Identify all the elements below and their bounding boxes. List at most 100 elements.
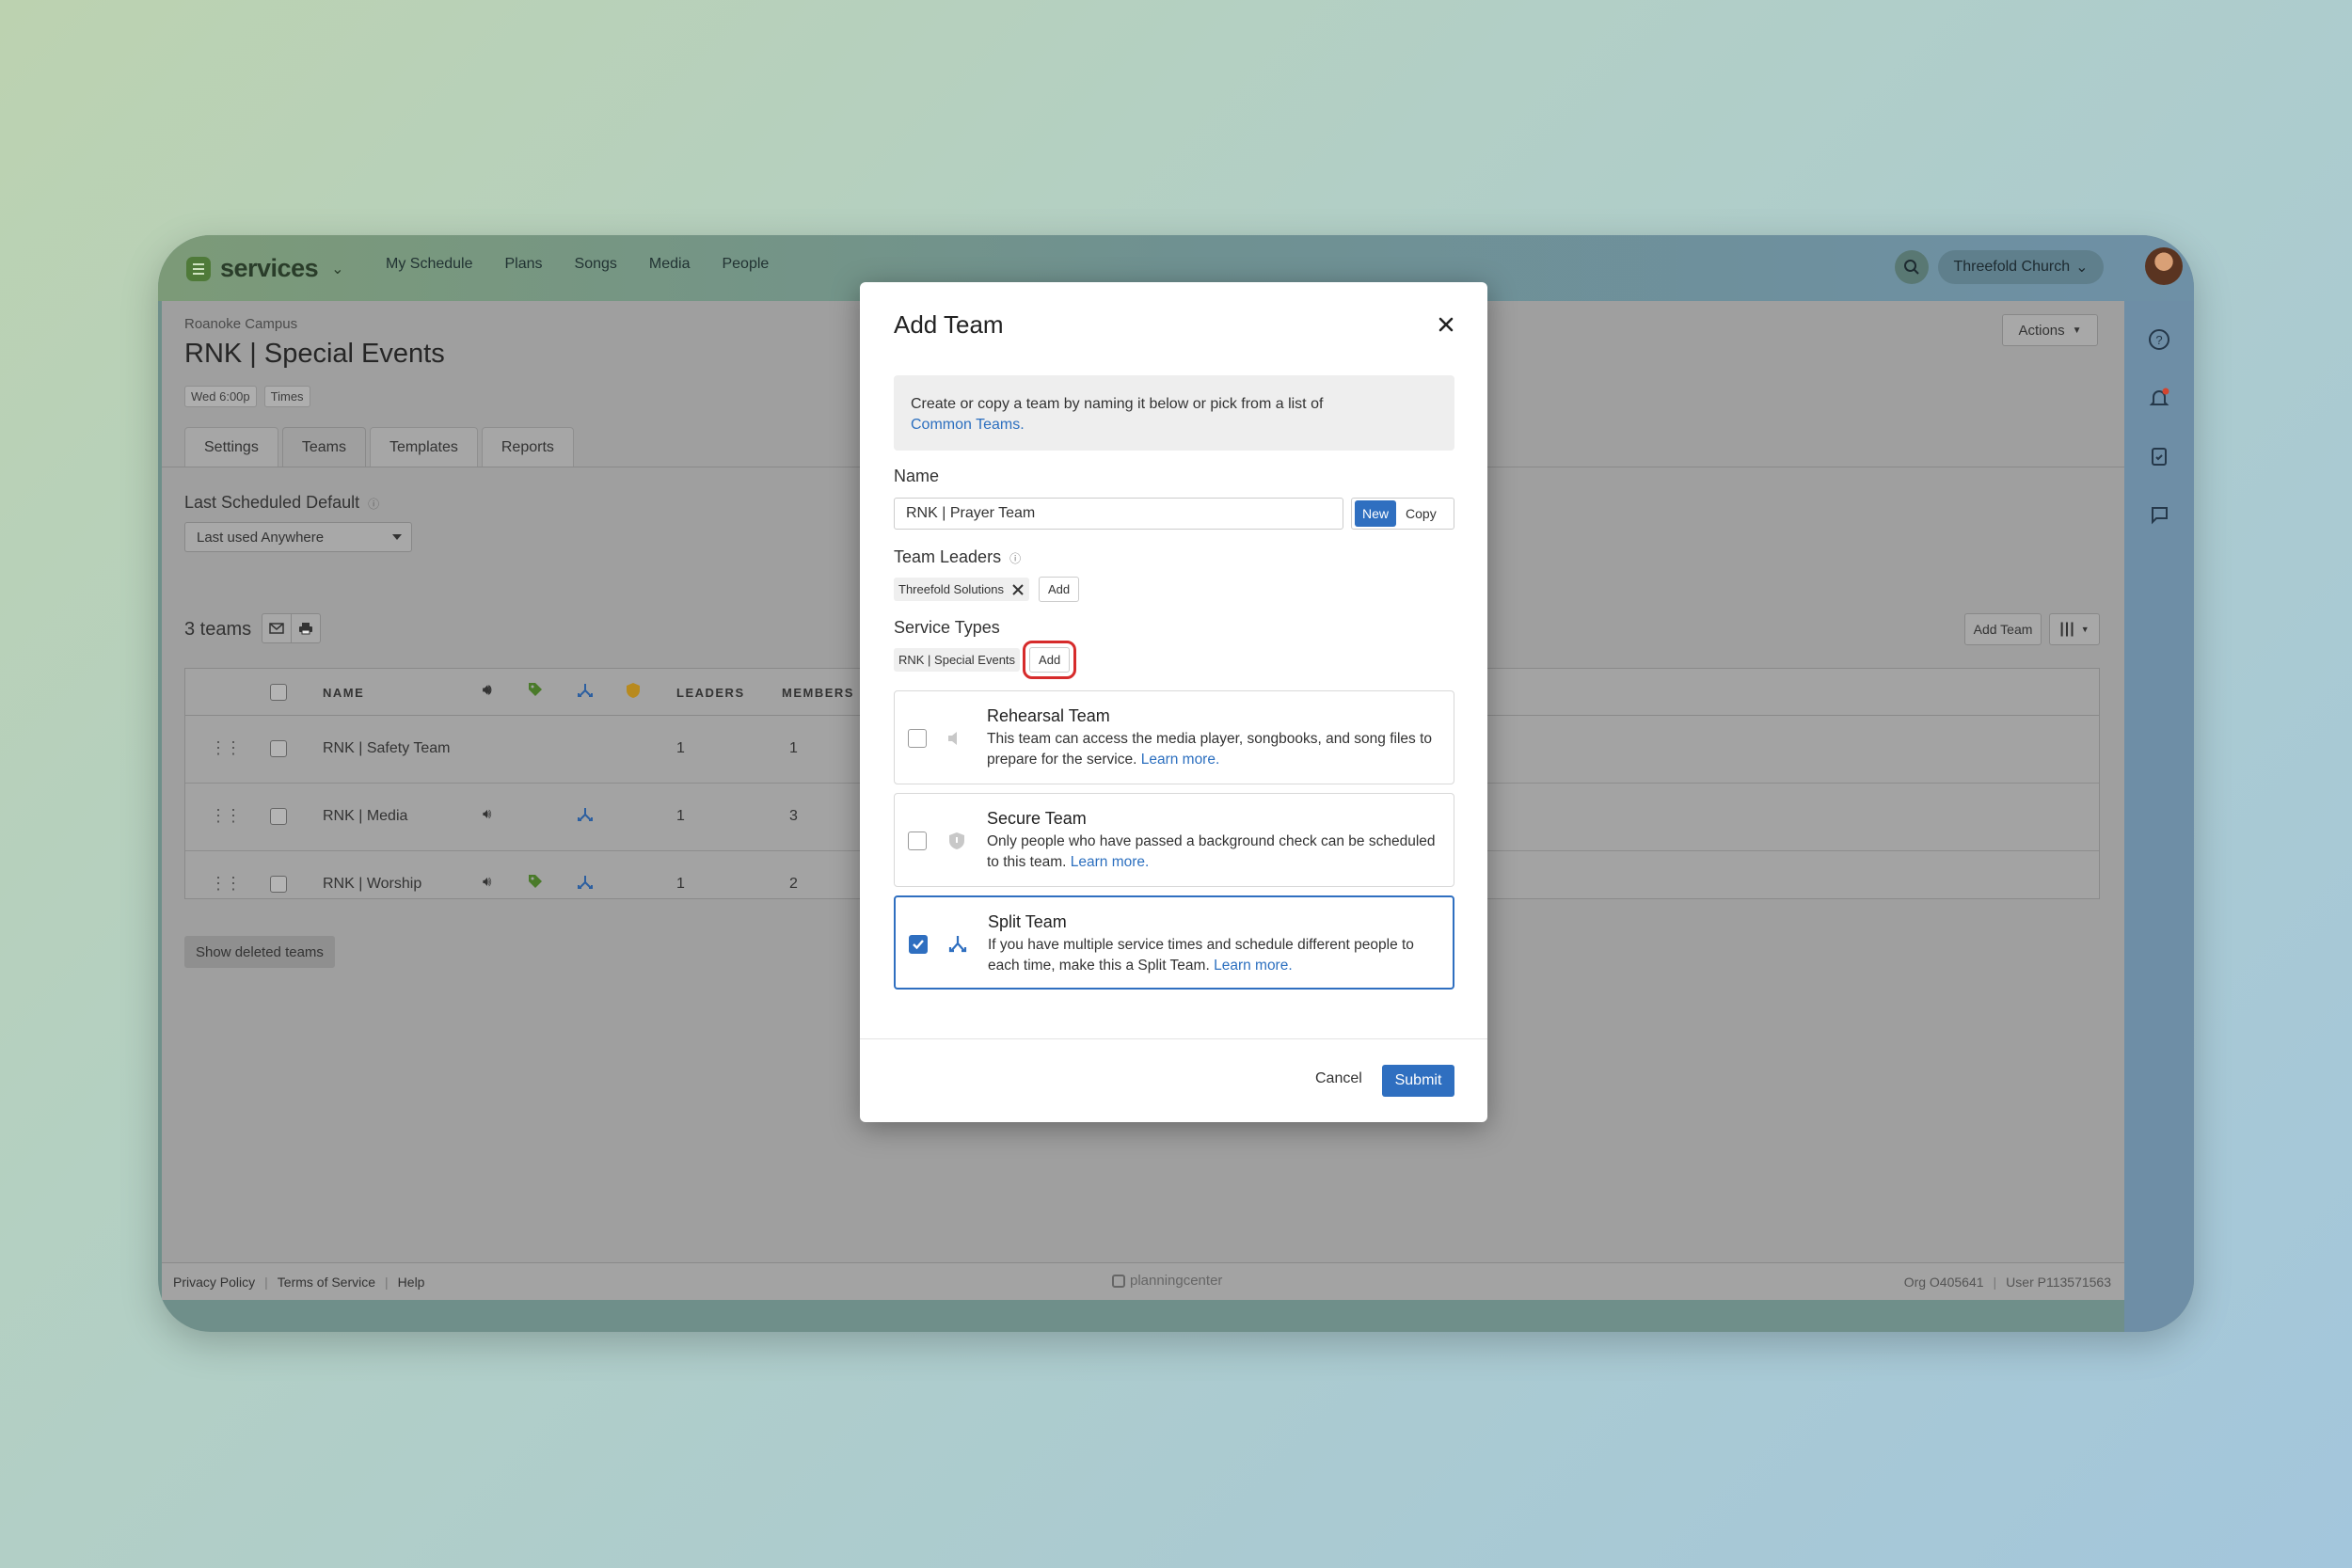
leaders-count: 1 bbox=[676, 740, 685, 756]
leaders-count: 1 bbox=[676, 876, 685, 892]
speaker-icon: 🔊︎ bbox=[483, 874, 492, 890]
print-button[interactable] bbox=[291, 613, 321, 643]
new-toggle[interactable]: New bbox=[1355, 500, 1397, 527]
add-team-button[interactable]: Add Team bbox=[1964, 613, 2042, 645]
secure-checkbox[interactable] bbox=[908, 832, 927, 850]
app-name: services bbox=[220, 254, 319, 282]
row-checkbox[interactable] bbox=[270, 808, 287, 825]
org-switcher[interactable]: Threefold Church ⌄ bbox=[1938, 250, 2104, 284]
bell-icon[interactable] bbox=[2147, 386, 2171, 410]
service-type-tag: RNK | Special Events bbox=[894, 648, 1021, 672]
drag-handle-icon[interactable]: ⋮⋮ bbox=[210, 874, 242, 894]
new-copy-toggle: New Copy bbox=[1351, 498, 1454, 530]
submit-button[interactable]: Submit bbox=[1382, 1065, 1454, 1097]
rehearsal-checkbox[interactable] bbox=[908, 729, 927, 748]
last-scheduled-select[interactable]: Last used Anywhere bbox=[184, 522, 412, 552]
option-desc-text: Only people who have passed a background… bbox=[987, 833, 1436, 870]
members-count: 3 bbox=[789, 808, 798, 824]
time-chip[interactable]: Wed 6:00p bbox=[184, 386, 257, 407]
add-service-type-button[interactable]: Add bbox=[1023, 641, 1077, 679]
info-box: Create or copy a team by naming it below… bbox=[894, 375, 1454, 451]
app-switcher[interactable]: services ⌄ bbox=[186, 254, 344, 283]
search-button[interactable] bbox=[1895, 250, 1929, 284]
avatar[interactable] bbox=[2145, 247, 2183, 285]
drag-handle-icon[interactable]: ⋮⋮ bbox=[210, 738, 242, 758]
tab-reports[interactable]: Reports bbox=[481, 427, 574, 467]
learn-more-link[interactable]: Learn more. bbox=[1214, 958, 1293, 974]
shield-icon bbox=[626, 682, 641, 702]
secure-team-option[interactable]: Secure Team Only people who have passed … bbox=[894, 793, 1454, 887]
col-leaders[interactable]: LEADERS bbox=[676, 686, 745, 700]
info-icon[interactable]: ⓘ bbox=[368, 498, 379, 511]
leader-tag-text: Threefold Solutions bbox=[898, 582, 1005, 596]
remove-icon[interactable] bbox=[1011, 583, 1025, 596]
learn-more-link[interactable]: Learn more. bbox=[1141, 752, 1220, 768]
chat-icon[interactable] bbox=[2147, 502, 2171, 527]
tab-templates[interactable]: Templates bbox=[369, 427, 478, 467]
page-tabs: Settings Teams Templates Reports bbox=[184, 427, 574, 467]
team-leaders-label: Team Leaders ⓘ bbox=[894, 547, 1021, 567]
nav-my-schedule[interactable]: My Schedule bbox=[386, 256, 473, 273]
team-name-input[interactable]: RNK | Prayer Team bbox=[894, 498, 1343, 530]
common-teams-link[interactable]: Common Teams. bbox=[911, 417, 1025, 433]
svg-text:?: ? bbox=[2155, 333, 2162, 347]
cancel-button[interactable]: Cancel bbox=[1315, 1070, 1362, 1087]
team-name[interactable]: RNK | Media bbox=[323, 808, 407, 825]
caret-down-icon: ▼ bbox=[2080, 625, 2090, 634]
drag-handle-icon[interactable]: ⋮⋮ bbox=[210, 806, 242, 826]
row-checkbox[interactable] bbox=[270, 740, 287, 757]
col-name[interactable]: NAME bbox=[323, 686, 364, 700]
help-link[interactable]: Help bbox=[398, 1275, 425, 1290]
team-name[interactable]: RNK | Safety Team bbox=[323, 740, 450, 757]
footer-links: Privacy Policy | Terms of Service | Help bbox=[173, 1275, 424, 1290]
nav-plans[interactable]: Plans bbox=[505, 256, 543, 273]
row-checkbox[interactable] bbox=[270, 876, 287, 893]
split-team-option[interactable]: Split Team If you have multiple service … bbox=[894, 895, 1454, 990]
close-button[interactable] bbox=[1434, 312, 1458, 337]
main-nav: My Schedule Plans Songs Media People bbox=[386, 256, 801, 273]
copy-toggle[interactable]: Copy bbox=[1398, 500, 1444, 527]
team-leaders-label-text: Team Leaders bbox=[894, 547, 1002, 566]
nav-media[interactable]: Media bbox=[649, 256, 691, 273]
columns-icon: ||| bbox=[2059, 621, 2075, 637]
last-scheduled-label-text: Last Scheduled Default bbox=[184, 493, 360, 512]
actions-label: Actions bbox=[2018, 322, 2065, 339]
option-desc: This team can access the media player, s… bbox=[987, 729, 1438, 770]
clipboard-check-icon[interactable] bbox=[2147, 444, 2171, 468]
split-icon bbox=[577, 806, 594, 828]
select-all-checkbox[interactable] bbox=[270, 684, 287, 701]
caret-down-icon: ▼ bbox=[2072, 325, 2082, 336]
envelope-icon bbox=[269, 623, 284, 634]
privacy-link[interactable]: Privacy Policy bbox=[173, 1275, 255, 1290]
speaker-icon: 🔊︎ bbox=[483, 806, 492, 822]
caret-down-icon bbox=[392, 534, 402, 540]
actions-dropdown[interactable]: Actions ▼ bbox=[2002, 314, 2098, 346]
rehearsal-team-option[interactable]: Rehearsal Team This team can access the … bbox=[894, 690, 1454, 784]
option-desc: Only people who have passed a background… bbox=[987, 832, 1438, 873]
tab-teams[interactable]: Teams bbox=[281, 427, 366, 467]
user-id: User P113571563 bbox=[2006, 1275, 2111, 1290]
tab-settings[interactable]: Settings bbox=[184, 427, 278, 467]
split-checkbox[interactable] bbox=[909, 935, 928, 954]
show-deleted-button[interactable]: Show deleted teams bbox=[184, 936, 335, 968]
footer-ids: Org O405641 | User P113571563 bbox=[1904, 1275, 2111, 1290]
help-icon[interactable]: ? bbox=[2147, 327, 2171, 352]
learn-more-link[interactable]: Learn more. bbox=[1071, 854, 1150, 870]
page-title: RNK | Special Events bbox=[184, 339, 445, 369]
times-chip[interactable]: Times bbox=[263, 386, 310, 407]
separator: | bbox=[385, 1275, 389, 1290]
add-leader-button[interactable]: Add bbox=[1039, 577, 1080, 602]
terms-link[interactable]: Terms of Service bbox=[278, 1275, 375, 1290]
pc-brand-text: planningcenter bbox=[1130, 1273, 1223, 1289]
columns-button[interactable]: ||| ▼ bbox=[2049, 613, 2100, 645]
info-icon[interactable]: ⓘ bbox=[1009, 552, 1021, 565]
email-button[interactable] bbox=[262, 613, 292, 643]
leaders-row: Threefold Solutions Add bbox=[894, 577, 1080, 602]
printer-icon bbox=[299, 623, 312, 635]
nav-songs[interactable]: Songs bbox=[575, 256, 617, 273]
option-title: Secure Team bbox=[987, 809, 1087, 828]
campus-name: Roanoke Campus bbox=[184, 316, 298, 332]
nav-people[interactable]: People bbox=[722, 256, 769, 273]
col-members[interactable]: MEMBERS bbox=[782, 686, 854, 700]
team-name[interactable]: RNK | Worship bbox=[323, 876, 421, 893]
